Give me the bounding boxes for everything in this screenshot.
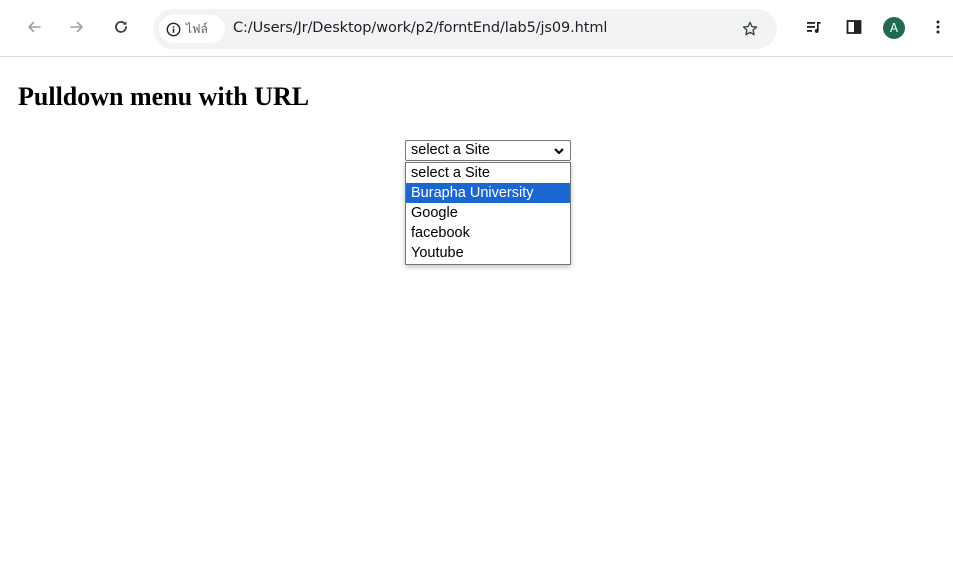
site-info-chip[interactable]: ไฟล์ bbox=[159, 15, 225, 43]
site-select[interactable]: select a Site bbox=[405, 140, 571, 161]
select-dropdown-list: select a Site Burapha University Google … bbox=[405, 162, 571, 265]
star-icon bbox=[742, 21, 758, 36]
profile-initial: A bbox=[889, 21, 899, 35]
forward-button[interactable] bbox=[62, 12, 92, 42]
page-title: Pulldown menu with URL bbox=[18, 82, 310, 111]
select-current-value: select a Site bbox=[411, 142, 490, 158]
select-option[interactable]: Google bbox=[406, 203, 570, 223]
side-panel-icon bbox=[846, 20, 862, 34]
browser-toolbar: ไฟล์ C:/Users/Jr/Desktop/work/p2/forntEn… bbox=[0, 0, 953, 57]
select-option[interactable]: Youtube bbox=[406, 243, 570, 263]
back-button[interactable] bbox=[19, 12, 49, 42]
bookmark-button[interactable] bbox=[736, 15, 764, 43]
chevron-down-icon bbox=[554, 148, 564, 154]
arrow-left-icon bbox=[28, 21, 41, 33]
media-queue-icon bbox=[807, 22, 821, 33]
info-icon bbox=[166, 22, 181, 36]
url-text[interactable]: C:/Users/Jr/Desktop/work/p2/forntEnd/lab… bbox=[233, 20, 607, 36]
reading-list-button[interactable] bbox=[799, 12, 829, 42]
kebab-menu-icon bbox=[936, 20, 940, 34]
side-panel-button[interactable] bbox=[839, 12, 869, 42]
reload-icon bbox=[115, 21, 127, 33]
address-bar[interactable]: ไฟล์ C:/Users/Jr/Desktop/work/p2/forntEn… bbox=[153, 9, 777, 49]
select-option[interactable]: facebook bbox=[406, 223, 570, 243]
select-option[interactable]: select a Site bbox=[406, 163, 570, 183]
site-chip-label: ไฟล์ bbox=[186, 21, 208, 36]
arrow-right-icon bbox=[70, 21, 83, 33]
reload-button[interactable] bbox=[106, 12, 136, 42]
select-option-highlighted[interactable]: Burapha University bbox=[406, 183, 570, 203]
profile-avatar[interactable]: A bbox=[883, 17, 905, 39]
browser-menu-button[interactable] bbox=[923, 12, 953, 42]
